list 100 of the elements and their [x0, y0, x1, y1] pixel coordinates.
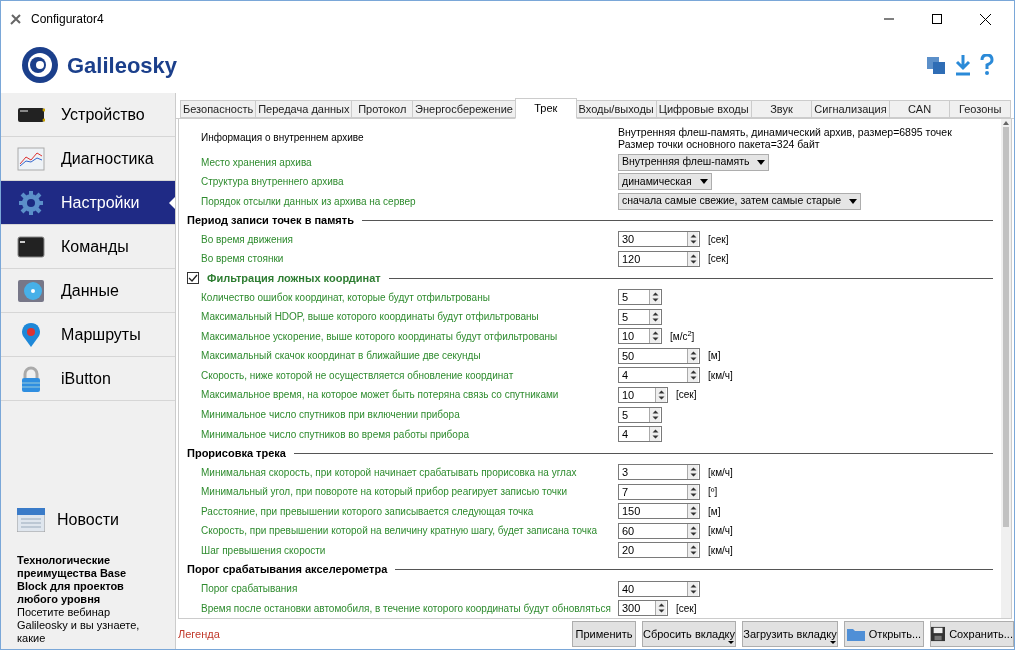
number-field[interactable]: 30	[618, 231, 700, 248]
gear-icon	[17, 189, 45, 216]
news-headline[interactable]: Технологические преимущества Base Block для проектов любого уровня	[17, 554, 159, 606]
selection-pointer-icon	[169, 196, 175, 209]
spinner-arrows-icon[interactable]	[687, 504, 698, 519]
number-field[interactable]: 4	[618, 426, 662, 443]
spinner-arrows-icon[interactable]	[687, 348, 698, 363]
scroll-up-icon[interactable]	[1003, 121, 1009, 125]
dropdown[interactable]: сначала самые свежие, затем самые старые	[618, 192, 862, 210]
field-label: Информация о внутреннем архиве	[201, 131, 365, 146]
number-field[interactable]: 10	[618, 386, 668, 403]
field-label: Максимальное время, на которое может быть потеряна связь со спутниками	[201, 388, 560, 403]
spinner-arrows-icon[interactable]	[687, 581, 698, 596]
number-field[interactable]: 60	[618, 522, 700, 539]
button[interactable]: Открыть...	[844, 621, 924, 647]
info-text: Размер точки основного пакета=324 байт	[618, 137, 821, 150]
number-field[interactable]: 40	[618, 580, 700, 597]
sidebar-item[interactable]: Настройки	[1, 181, 175, 225]
spinner-arrows-icon[interactable]	[687, 543, 698, 558]
sidebar-item[interactable]: Новости	[57, 508, 119, 532]
legend-link[interactable]: Легенда	[178, 625, 220, 643]
help-icon[interactable]	[980, 54, 994, 76]
number-field[interactable]: 300	[618, 600, 668, 617]
logo-text: Galileosky	[67, 51, 178, 80]
sidebar-item[interactable]: iButton	[1, 357, 175, 401]
field-label: Скорость, ниже которой не осуществляется обновление координат	[201, 368, 515, 383]
section-title: Прорисовка трека	[187, 445, 286, 461]
tab[interactable]: Цифровые входы	[655, 100, 752, 118]
download-icon[interactable]	[954, 54, 972, 76]
number-field[interactable]: 5	[618, 289, 662, 306]
number-field[interactable]: 150	[618, 503, 700, 520]
tab[interactable]: Звук	[750, 100, 813, 118]
spinner-arrows-icon[interactable]	[655, 601, 666, 616]
sidebar-item[interactable]: Команды	[1, 225, 175, 269]
sidebar-item[interactable]: Маршруты	[1, 313, 175, 357]
section-title: Период записи точек в память	[187, 213, 354, 229]
field-label: Во время стоянки	[201, 252, 285, 267]
spinner-arrows-icon[interactable]	[687, 484, 698, 499]
translate-icon[interactable]	[926, 55, 946, 75]
number-field[interactable]: 5	[618, 406, 662, 423]
caret-icon	[849, 198, 858, 204]
dropdown[interactable]: Внутренняя флеш-память	[618, 153, 770, 171]
spinner-arrows-icon[interactable]	[649, 329, 660, 344]
spinner-arrows-icon[interactable]	[687, 465, 698, 480]
caret-icon	[757, 159, 766, 165]
tab[interactable]: Геозоны	[949, 100, 1011, 118]
number-field[interactable]: 120	[618, 250, 700, 267]
spinner-arrows-icon[interactable]	[649, 290, 660, 305]
field-label: Минимальное число спутников при включении прибора	[201, 408, 461, 422]
scrollbar[interactable]	[1001, 119, 1011, 618]
field-label: Время после остановки автомобиля, в течение которого координаты будут обновляться	[201, 601, 612, 616]
field-label: Количество ошибок координат, которые будут отфильтрованы	[201, 290, 491, 305]
tab[interactable]: Входы/выходы	[575, 100, 657, 118]
close-icon[interactable]	[980, 13, 991, 25]
tab[interactable]: Протокол	[351, 100, 414, 118]
spinner-arrows-icon[interactable]	[649, 309, 660, 324]
dropdown[interactable]: динамическая	[618, 173, 712, 191]
spinner-arrows-icon[interactable]	[649, 407, 660, 422]
button[interactable]: Сбросить вкладку	[642, 621, 736, 647]
field-label: Место хранения архива	[201, 155, 313, 170]
number-field[interactable]: 7	[618, 483, 700, 500]
maximize-icon[interactable]	[932, 14, 942, 24]
number-field[interactable]: 3	[618, 464, 700, 481]
field-label: Минимальная скорость, при которой начинает срабатывать прорисовка на углах	[201, 465, 578, 480]
number-field[interactable]: 10	[618, 328, 662, 345]
unit-label: [сек]	[676, 601, 697, 616]
sidebar-item[interactable]: Данные	[1, 269, 175, 313]
spinner-arrows-icon[interactable]	[649, 427, 660, 442]
sidebar-item[interactable]: Устройство	[1, 93, 175, 137]
checkbox[interactable]	[187, 272, 199, 285]
spinner-arrows-icon[interactable]	[687, 251, 698, 266]
spinner-arrows-icon[interactable]	[687, 232, 698, 247]
tab[interactable]: CAN	[888, 100, 951, 118]
tab[interactable]: Энергосбережение	[412, 100, 516, 118]
unit-label: [км/ч]	[708, 524, 733, 539]
button[interactable]: Загрузить вкладку	[742, 621, 838, 647]
field-label: Максимальное ускорение, выше которого координаты будут отфильтрованы	[201, 329, 559, 344]
field-label: Максимальный HDOP, выше которого координаты будут отфильтрованы	[201, 310, 540, 325]
calendar-icon	[17, 508, 45, 532]
unit-label: [сек]	[708, 252, 729, 267]
number-field[interactable]: 20	[618, 542, 700, 559]
tab[interactable]: Передача данных	[255, 100, 353, 118]
spinner-arrows-icon[interactable]	[687, 368, 698, 383]
tab[interactable]: Трек	[514, 98, 577, 119]
tab[interactable]: Сигнализация	[811, 100, 890, 118]
spinner-arrows-icon[interactable]	[687, 523, 698, 538]
button[interactable]: Применить	[572, 621, 636, 647]
chart-icon	[17, 145, 45, 172]
unit-label: [º]	[708, 485, 718, 500]
spinner-arrows-icon[interactable]	[655, 387, 666, 402]
tab[interactable]: Безопасность	[180, 100, 257, 118]
news-text: Посетите вебинар Galileosky и вы узнаете, какие	[17, 606, 141, 645]
unit-label: [км/ч]	[708, 465, 733, 480]
number-field[interactable]: 4	[618, 367, 700, 384]
unit-label: [км/ч]	[708, 543, 733, 558]
number-field[interactable]: 50	[618, 347, 700, 364]
number-field[interactable]: 5	[618, 308, 662, 325]
button[interactable]: Сохранить...	[930, 621, 1014, 647]
field-label: Минимальное число спутников во время работы прибора	[201, 427, 470, 442]
folder-icon	[846, 627, 865, 641]
